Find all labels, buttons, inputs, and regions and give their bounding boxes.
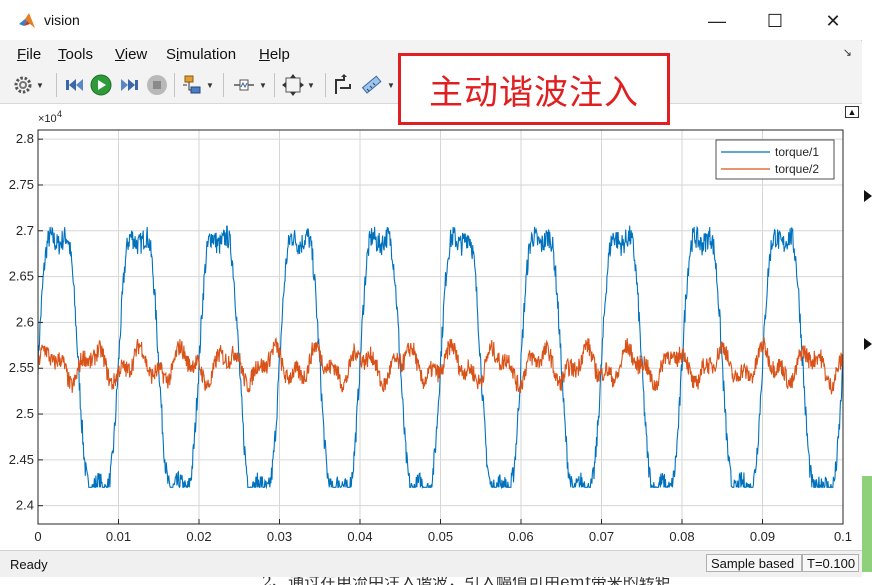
stop-button[interactable] xyxy=(146,74,168,96)
maximize-icon: ☐ xyxy=(766,10,784,31)
y-tick-label: 2.75 xyxy=(9,177,34,192)
dropdown-arrow-icon: ▼ xyxy=(206,80,214,90)
menu-simulation[interactable]: Simulation xyxy=(166,46,236,63)
run-icon xyxy=(90,74,112,96)
toolbar-separator xyxy=(174,73,175,97)
cursor-measure-icon xyxy=(335,74,351,94)
collapse-arrow-icon[interactable]: ↘ xyxy=(843,46,852,59)
y-tick-label: 2.8 xyxy=(16,131,34,146)
plot-area: 0 0.01 0.02 0.03 0.04 0.05 0.06 0.07 0.08 0.09 0.1… xyxy=(0,104,862,550)
dropdown-arrow-icon: ▼ xyxy=(307,80,315,90)
minimize-button[interactable]: — xyxy=(694,6,740,36)
x-tick-label: 0.08 xyxy=(669,529,694,544)
toolbar-separator xyxy=(274,73,275,97)
x-tick-label: 0.05 xyxy=(428,529,453,544)
x-tick-label: 0.07 xyxy=(589,529,614,544)
zoom-fit-button[interactable]: ▼ xyxy=(282,74,315,96)
step-back-button[interactable] xyxy=(64,74,86,96)
settings-button[interactable]: ▼ xyxy=(13,74,44,96)
simulation-time: T=0.100 xyxy=(802,554,859,572)
y-tick-label: 2.55 xyxy=(9,360,34,375)
menu-tools[interactable]: Tools xyxy=(58,46,93,63)
step-back-icon xyxy=(66,79,83,91)
x-tick-label: 0.04 xyxy=(347,529,372,544)
scope-chart[interactable]: 0 0.01 0.02 0.03 0.04 0.05 0.06 0.07 0.08 0.09 0.1… xyxy=(0,104,862,550)
title-bar[interactable]: vision — ☐ ✕ xyxy=(0,0,862,40)
y-tick-label: 2.4 xyxy=(16,498,34,513)
signal-scope-button[interactable]: ▼ xyxy=(232,74,267,96)
dropdown-arrow-icon: ▼ xyxy=(387,80,395,90)
dropdown-arrow-icon: ▼ xyxy=(36,80,44,90)
y-tick-label: 2.7 xyxy=(16,223,34,238)
toolbar-separator xyxy=(325,73,326,97)
maximize-button[interactable]: ☐ xyxy=(752,6,798,36)
menu-help[interactable]: Help xyxy=(259,46,290,63)
legend-entry: torque/1 xyxy=(775,145,819,159)
undock-icon: ▲ xyxy=(847,107,857,117)
minimize-icon: — xyxy=(708,10,726,31)
x-tick-label: 0.01 xyxy=(106,529,131,544)
y-tick-label: 2.5 xyxy=(16,406,34,421)
run-button[interactable] xyxy=(90,74,112,96)
toolbar-separator xyxy=(223,73,224,97)
x-tick-label: 0 xyxy=(34,529,41,544)
dropdown-arrow-icon: ▼ xyxy=(259,80,267,90)
close-button[interactable]: ✕ xyxy=(810,6,856,36)
x-tick-label: 0.1 xyxy=(834,529,852,544)
menu-file[interactable]: File xyxy=(17,46,41,63)
background-arrow-icon xyxy=(864,190,872,202)
stop-icon xyxy=(147,75,167,95)
undock-axes-button[interactable]: ▲ xyxy=(845,106,859,118)
annotation-text: 主动谐波注入 xyxy=(429,72,639,113)
x-tick-label: 0.02 xyxy=(186,529,211,544)
y-tick-label: 2.45 xyxy=(9,452,34,467)
status-ready: Ready xyxy=(10,557,48,572)
gear-icon xyxy=(14,76,32,94)
status-bar: Ready Sample based T=0.100 xyxy=(0,550,862,577)
step-forward-button[interactable] xyxy=(118,74,140,96)
ruler-button[interactable]: ▼ xyxy=(360,74,395,96)
ruler-icon xyxy=(361,75,382,94)
highlight-block-icon xyxy=(183,75,201,94)
window-title: vision xyxy=(44,12,80,28)
x-tick-label: 0.06 xyxy=(508,529,533,544)
zoom-fit-icon xyxy=(282,74,304,96)
legend-entry: torque/2 xyxy=(775,162,819,176)
x-tick-label: 0.09 xyxy=(750,529,775,544)
y-tick-label: 2.65 xyxy=(9,269,34,284)
y-tick-label: 2.6 xyxy=(16,314,34,329)
exponent-label: ×10 xyxy=(38,113,57,125)
toolbar-separator xyxy=(56,73,57,97)
cursor-measure-button[interactable] xyxy=(332,74,354,96)
step-forward-icon xyxy=(121,79,138,91)
x-tick-label: 0.03 xyxy=(267,529,292,544)
close-icon: ✕ xyxy=(825,10,841,31)
sample-mode-indicator: Sample based xyxy=(706,554,802,572)
exponent-power: 4 xyxy=(57,109,62,119)
annotation-box: 主动谐波注入 xyxy=(398,53,670,125)
menu-view[interactable]: View xyxy=(115,46,147,63)
highlight-block-button[interactable]: ▼ xyxy=(181,74,214,96)
background-green-strip xyxy=(862,476,872,585)
signal-scope-icon xyxy=(234,79,254,91)
matlab-logo-icon xyxy=(19,13,35,28)
background-arrow-icon xyxy=(864,338,872,350)
